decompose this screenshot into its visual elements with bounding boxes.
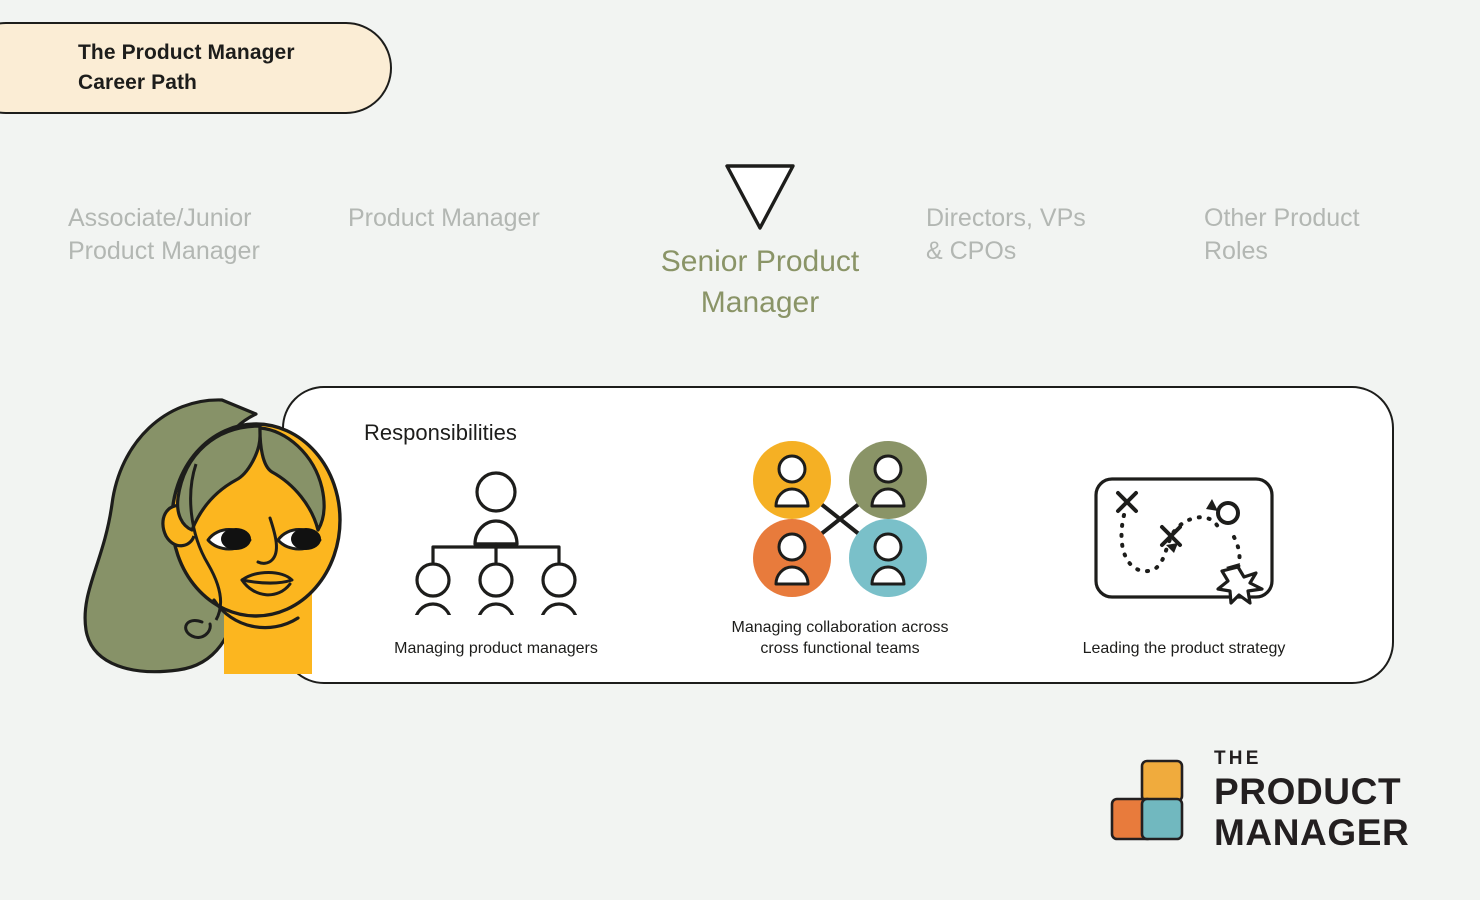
career-path-stages: Associate/Junior Product Manager Product… (0, 150, 1480, 340)
stage-senior-product-manager-label: Senior Product Manager (660, 245, 860, 319)
triangle-down-marker-icon (725, 164, 795, 230)
stage-other-product-roles[interactable]: Other Product Roles (1204, 202, 1424, 267)
responsibility-caption: Leading the product strategy (1082, 640, 1286, 658)
responsibility-item: Leading the product strategy (1012, 430, 1356, 660)
title-badge: The Product Manager Career Path (0, 22, 392, 114)
stage-associate-junior-product-manager[interactable]: Associate/Junior Product Manager (68, 202, 338, 267)
woman-avatar-illustration (74, 384, 374, 678)
page-title: The Product Manager Career Path (78, 40, 295, 94)
logo-blocks-icon (1110, 759, 1184, 841)
stage-product-manager[interactable]: Product Manager (348, 202, 598, 235)
org-chart-icon (391, 454, 601, 626)
stage-directors-vps-cpos[interactable]: Directors, VPs & CPOs (926, 202, 1156, 267)
the-product-manager-logo: THE PRODUCT MANAGER (1110, 748, 1409, 852)
logo-wordmark: THE PRODUCT MANAGER (1214, 749, 1409, 851)
responsibility-caption: Managing product managers (394, 640, 598, 658)
logo-line-the: THE (1214, 748, 1262, 769)
four-people-circles-icon (750, 433, 930, 605)
responsibility-caption: Managing collaboration across cross func… (731, 618, 949, 658)
logo-line-product: PRODUCT (1214, 771, 1402, 812)
responsibilities-list: Managing product managers Managing colla… (324, 430, 1356, 660)
responsibility-item: Managing collaboration across cross func… (668, 430, 1012, 660)
responsibility-item: Managing product managers (324, 430, 668, 660)
strategy-map-icon (1092, 454, 1276, 626)
responsibilities-card: Responsibilities Managing product manage… (282, 386, 1394, 684)
stage-senior-product-manager[interactable]: Senior Product Manager (600, 150, 920, 323)
logo-line-manager: MANAGER (1214, 812, 1410, 853)
